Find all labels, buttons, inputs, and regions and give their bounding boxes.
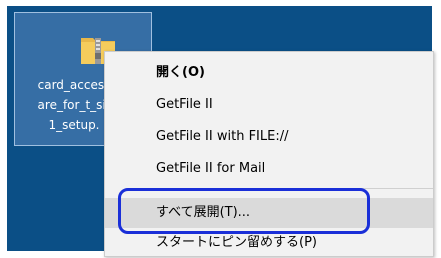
- menu-item-getfile-with-file[interactable]: GetFile II with FILE://: [105, 122, 433, 152]
- menu-item-getfile-for-mail-label: GetFile II for Mail: [156, 161, 266, 176]
- menu-item-open-label: 開く(O): [156, 65, 205, 80]
- menu-item-getfile-with-file-label: GetFile II with FILE://: [156, 129, 289, 144]
- highlight-annotation: [118, 188, 370, 234]
- menu-item-getfile[interactable]: GetFile II: [105, 90, 433, 120]
- menu-item-getfile-label: GetFile II: [156, 97, 213, 112]
- menu-item-open[interactable]: 開く(O): [105, 58, 433, 88]
- menu-item-getfile-for-mail[interactable]: GetFile II for Mail: [105, 154, 433, 184]
